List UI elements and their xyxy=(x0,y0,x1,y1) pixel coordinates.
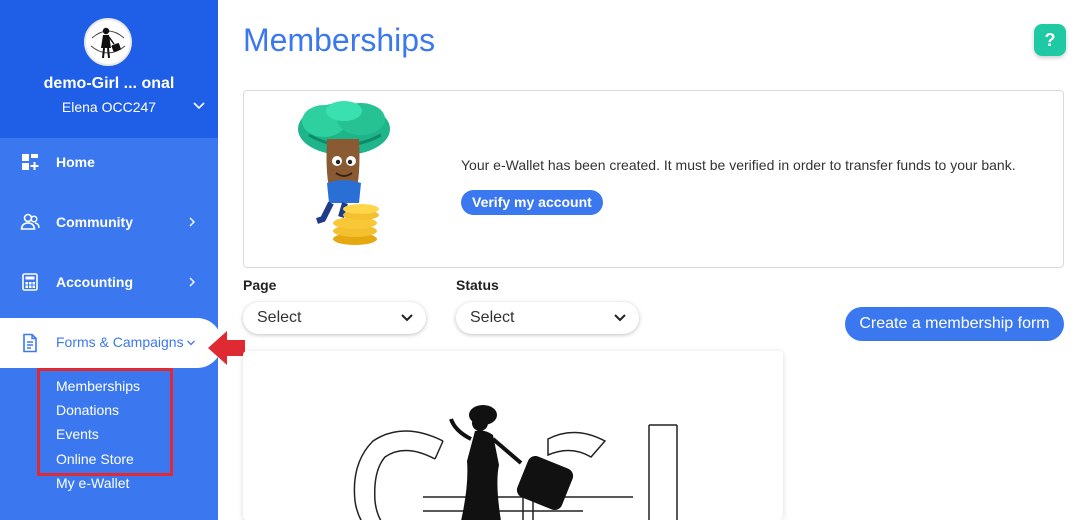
chevron-down-icon[interactable] xyxy=(192,99,206,113)
chevron-down-icon xyxy=(187,340,195,346)
help-button[interactable]: ? xyxy=(1034,24,1066,56)
org-header[interactable]: demo-Girl ... onal Elena OCC247 xyxy=(0,0,218,138)
status-select[interactable]: Select xyxy=(456,302,639,334)
org-avatar xyxy=(84,18,132,66)
page-select[interactable]: Select xyxy=(243,302,426,334)
nav-item-accounting[interactable]: Accounting xyxy=(0,260,218,304)
highlight-box xyxy=(37,368,173,476)
chevron-right-icon xyxy=(189,217,195,227)
nav-label-home: Home xyxy=(56,154,95,170)
dashboard-icon xyxy=(22,154,39,170)
page-select-value: Select xyxy=(257,309,302,326)
calculator-icon xyxy=(22,273,38,291)
people-icon xyxy=(20,213,40,230)
tree-mascot-image xyxy=(298,101,390,245)
nav-label-forms-campaigns: Forms & Campaigns xyxy=(56,334,184,350)
nav-item-forms-campaigns[interactable]: Forms & Campaigns xyxy=(0,318,222,368)
document-icon xyxy=(23,333,37,353)
nav-label-accounting: Accounting xyxy=(56,274,133,290)
nav-item-community[interactable]: Community xyxy=(0,200,218,244)
status-select-value: Select xyxy=(470,309,515,326)
status-filter-label: Status xyxy=(456,277,499,293)
sidebar-item-my-e-wallet[interactable]: My e-Wallet xyxy=(56,475,129,491)
organization-logo-image xyxy=(353,405,678,520)
chevron-down-icon xyxy=(401,314,413,322)
page-filter-label: Page xyxy=(243,277,277,293)
membership-form-preview-card[interactable] xyxy=(243,351,783,520)
sidebar: demo-Girl ... onal Elena OCC247 Home Com… xyxy=(0,0,218,520)
pointer-arrow-icon xyxy=(208,331,245,365)
page-title: Memberships xyxy=(243,22,436,58)
org-user-name: Elena OCC247 xyxy=(61,99,157,115)
create-membership-form-button[interactable]: Create a membership form xyxy=(845,307,1064,341)
nav-item-home[interactable]: Home xyxy=(0,140,218,184)
org-name: demo-Girl ... onal xyxy=(43,75,175,92)
verify-account-button[interactable]: Verify my account xyxy=(461,190,603,215)
chevron-down-icon xyxy=(614,314,626,322)
nav-label-community: Community xyxy=(56,214,133,230)
chevron-right-icon xyxy=(189,277,195,287)
ewallet-message: Your e-Wallet has been created. It must … xyxy=(461,157,1016,173)
ewallet-notice-card: Your e-Wallet has been created. It must … xyxy=(243,90,1064,268)
